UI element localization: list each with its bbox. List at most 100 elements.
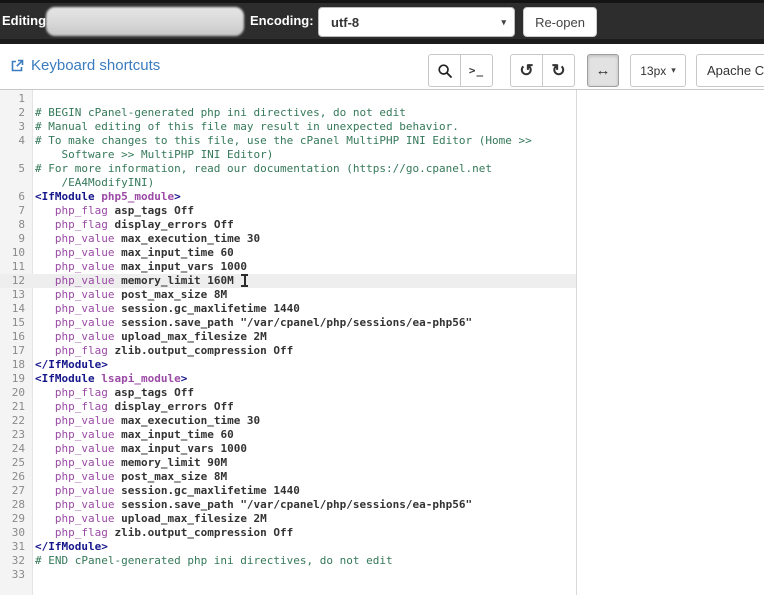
word-wrap-toggle-button[interactable]: ↔: [587, 54, 619, 87]
code-line-23[interactable]: 23 php_value max_input_time 60: [0, 428, 576, 442]
code-line-1[interactable]: 1: [0, 92, 576, 106]
redo-button[interactable]: ↻: [542, 55, 574, 86]
line-number: 16: [0, 330, 33, 344]
encoding-select[interactable]: utf-8 ▾: [318, 7, 515, 37]
code-line-8[interactable]: 8 php_flag display_errors Off: [0, 218, 576, 232]
code-line-19[interactable]: 19<IfModule lsapi_module>: [0, 372, 576, 386]
code-line-27[interactable]: 27 php_value session.gc_maxlifetime 1440: [0, 484, 576, 498]
code-text: php_flag zlib.output_compression Off: [33, 526, 293, 540]
code-line-9[interactable]: 9 php_value max_execution_time 30: [0, 232, 576, 246]
code-line-5[interactable]: 5# For more information, read our docume…: [0, 162, 576, 176]
code-line-6[interactable]: 6<IfModule php5_module>: [0, 190, 576, 204]
code-segment: php_value: [55, 302, 115, 315]
code-line-22[interactable]: 22 php_value max_execution_time 30: [0, 414, 576, 428]
code-segment: [35, 414, 55, 427]
syntax-mode-dropdown[interactable]: Apache Con: [696, 54, 764, 87]
code-segment: [35, 428, 55, 441]
code-line-13[interactable]: 13 php_value post_max_size 8M: [0, 288, 576, 302]
code-line-7[interactable]: 7 php_flag asp_tags Off: [0, 204, 576, 218]
code-text: php_value upload_max_filesize 2M: [33, 512, 267, 526]
line-number: 5: [0, 162, 33, 176]
code-line-14[interactable]: 14 php_value session.gc_maxlifetime 1440: [0, 302, 576, 316]
line-number: 31: [0, 540, 33, 554]
code-line-12[interactable]: 12 php_value memory_limit 160M: [0, 274, 576, 288]
editor-header-bar: Editing: Encoding: utf-8 ▾ Re-open: [0, 0, 764, 44]
line-number: 15: [0, 316, 33, 330]
code-line-2[interactable]: 2# BEGIN cPanel-generated php ini direct…: [0, 106, 576, 120]
code-segment: <IfModule: [35, 372, 95, 385]
code-line-25[interactable]: 25 php_value memory_limit 90M: [0, 456, 576, 470]
code-segment: # END cPanel-generated php ini directive…: [35, 554, 393, 567]
code-segment: [35, 386, 55, 399]
code-text: php_flag display_errors Off: [33, 400, 234, 414]
code-line-4[interactable]: 4# To make changes to this file, use the…: [0, 134, 576, 148]
undo-button[interactable]: ↺: [511, 55, 542, 86]
code-line-29[interactable]: 29 php_value upload_max_filesize 2M: [0, 512, 576, 526]
code-line-11[interactable]: 11 php_value max_input_vars 1000: [0, 260, 576, 274]
code-segment: [35, 260, 55, 273]
code-segment: # Manual editing of this file may result…: [35, 120, 459, 133]
code-segment: asp_tags Off: [108, 204, 194, 217]
code-segment: php_value: [55, 484, 115, 497]
code-text: <IfModule php5_module>: [33, 190, 181, 204]
reopen-button[interactable]: Re-open: [523, 7, 597, 37]
code-segment: [35, 288, 55, 301]
code-text: php_value max_execution_time 30: [33, 414, 260, 428]
code-segment: <IfModule: [35, 190, 95, 203]
code-lines-container: 12# BEGIN cPanel-generated php ini direc…: [0, 92, 576, 582]
line-number: 9: [0, 232, 33, 246]
code-line-31[interactable]: 31</IfModule>: [0, 540, 576, 554]
code-line-30[interactable]: 30 php_flag zlib.output_compression Off: [0, 526, 576, 540]
line-number: 27: [0, 484, 33, 498]
code-segment: lsapi_module: [95, 372, 181, 385]
line-number: 22: [0, 414, 33, 428]
code-line-18[interactable]: 18</IfModule>: [0, 358, 576, 372]
line-number: 21: [0, 400, 33, 414]
code-line-33[interactable]: 33: [0, 568, 576, 582]
line-number: 11: [0, 260, 33, 274]
code-line-20[interactable]: 20 php_flag asp_tags Off: [0, 386, 576, 400]
code-segment: [35, 274, 55, 287]
code-segment: [35, 232, 55, 245]
keyboard-shortcuts-link[interactable]: Keyboard shortcuts: [10, 57, 160, 74]
code-segment: display_errors Off: [108, 218, 234, 231]
code-segment: # To make changes to this file, use the …: [35, 134, 532, 147]
line-number: 20: [0, 386, 33, 400]
code-segment: [35, 442, 55, 455]
code-line-28[interactable]: 28 php_value session.save_path "/var/cpa…: [0, 498, 576, 512]
line-number: 25: [0, 456, 33, 470]
code-segment: max_input_vars 1000: [114, 442, 246, 455]
code-line-wrap[interactable]: Software >> MultiPHP INI Editor): [0, 148, 576, 162]
code-line-17[interactable]: 17 php_flag zlib.output_compression Off: [0, 344, 576, 358]
code-text: php_value post_max_size 8M: [33, 288, 227, 302]
command-button[interactable]: >_: [460, 55, 492, 86]
filename-field-blurred[interactable]: [46, 7, 244, 36]
font-size-dropdown[interactable]: 13px ▾: [630, 54, 686, 87]
code-line-26[interactable]: 26 php_value post_max_size 8M: [0, 470, 576, 484]
code-segment: [35, 246, 55, 259]
code-text: [33, 92, 35, 106]
code-segment: [35, 456, 55, 469]
code-line-32[interactable]: 32# END cPanel-generated php ini directi…: [0, 554, 576, 568]
code-segment: php_flag: [55, 400, 108, 413]
code-segment: session.gc_maxlifetime 1440: [114, 484, 299, 497]
encoding-select-value: utf-8: [331, 15, 359, 30]
code-text: php_flag asp_tags Off: [33, 204, 194, 218]
code-segment: php_value: [55, 316, 115, 329]
code-text: php_value max_input_vars 1000: [33, 260, 247, 274]
search-icon: [437, 63, 453, 79]
code-text: php_value upload_max_filesize 2M: [33, 330, 267, 344]
code-text: php_value session.gc_maxlifetime 1440: [33, 302, 300, 316]
code-line-10[interactable]: 10 php_value max_input_time 60: [0, 246, 576, 260]
code-line-24[interactable]: 24 php_value max_input_vars 1000: [0, 442, 576, 456]
code-line-3[interactable]: 3# Manual editing of this file may resul…: [0, 120, 576, 134]
code-line-wrap[interactable]: /EA4ModifyINI): [0, 176, 576, 190]
search-button[interactable]: [429, 55, 460, 86]
code-segment: php_flag: [55, 218, 108, 231]
code-line-15[interactable]: 15 php_value session.save_path "/var/cpa…: [0, 316, 576, 330]
code-segment: [35, 484, 55, 497]
code-editor[interactable]: 12# BEGIN cPanel-generated php ini direc…: [0, 90, 764, 595]
code-line-16[interactable]: 16 php_value upload_max_filesize 2M: [0, 330, 576, 344]
code-segment: php_value: [55, 512, 115, 525]
code-line-21[interactable]: 21 php_flag display_errors Off: [0, 400, 576, 414]
